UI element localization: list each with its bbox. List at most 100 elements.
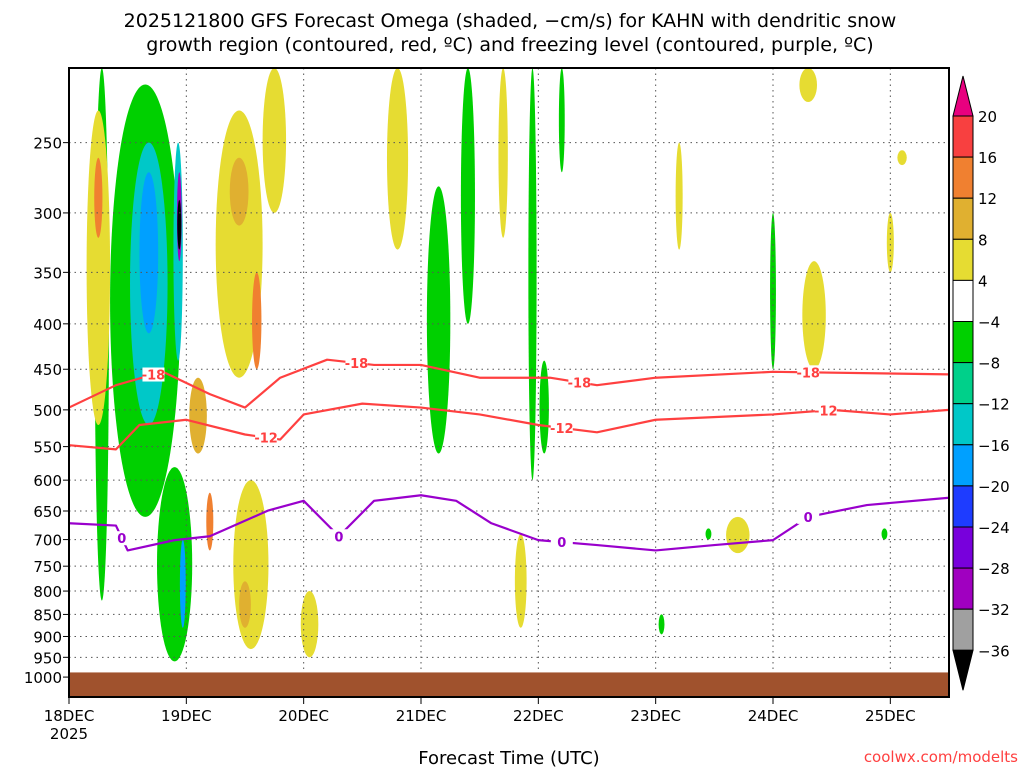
omega-region bbox=[139, 172, 159, 334]
colorbar-swatch bbox=[952, 115, 974, 158]
colorbar-label: −20 bbox=[978, 478, 1010, 496]
omega-region bbox=[528, 68, 537, 481]
x-tick-label: 25DEC bbox=[865, 707, 916, 725]
colorbar-swatch bbox=[952, 485, 974, 528]
y-tick-label: 900 bbox=[33, 628, 62, 646]
omega-region bbox=[233, 480, 269, 650]
colorbar-label: −12 bbox=[978, 396, 1010, 414]
omega-region bbox=[157, 467, 193, 662]
colorbar-label: 16 bbox=[978, 149, 997, 167]
y-tick-label: 650 bbox=[33, 503, 62, 521]
omega-region bbox=[94, 157, 103, 238]
colorbar-swatch bbox=[952, 608, 974, 651]
colorbar-swatch bbox=[952, 321, 974, 364]
y-tick-label: 450 bbox=[33, 361, 62, 379]
omega-region bbox=[799, 68, 817, 103]
contour-label: -18 bbox=[142, 369, 166, 384]
colorbar-swatch bbox=[952, 567, 974, 610]
colorbar-swatch bbox=[952, 526, 974, 569]
chart-title-line1: 2025121800 GFS Forecast Omega (shaded, −… bbox=[124, 10, 897, 32]
omega-region bbox=[705, 528, 712, 540]
y-tick-label: 300 bbox=[33, 205, 62, 223]
contour-label: -18 bbox=[345, 357, 369, 372]
x-tick-label: 20DEC bbox=[278, 707, 329, 725]
x-axis-label: Forecast Time (UTC) bbox=[418, 748, 599, 768]
omega-region bbox=[177, 199, 182, 250]
x-tick-sublabel: 2025 bbox=[50, 725, 88, 743]
colorbar-label: 12 bbox=[978, 190, 997, 208]
colorbar-label: −32 bbox=[978, 601, 1010, 619]
y-tick-label: 850 bbox=[33, 606, 62, 624]
contour-label: -12 bbox=[254, 432, 278, 447]
omega-region bbox=[897, 150, 907, 166]
omega-region bbox=[498, 68, 508, 238]
colorbar-label: 8 bbox=[978, 231, 988, 249]
omega-region bbox=[675, 142, 683, 250]
y-tick-label: 600 bbox=[33, 472, 62, 490]
omega-region bbox=[558, 68, 565, 173]
omega-region bbox=[881, 528, 888, 540]
omega-region bbox=[239, 581, 251, 628]
omega-region bbox=[252, 272, 262, 370]
colorbar-label: −28 bbox=[978, 560, 1010, 578]
omega-region bbox=[770, 212, 776, 370]
y-tick-label: 250 bbox=[33, 135, 62, 153]
y-tick-label: 1000 bbox=[24, 669, 62, 687]
omega-region bbox=[802, 261, 826, 370]
y-tick-label: 550 bbox=[33, 439, 62, 457]
colorbar: 20 16 12 8 4 −4 −8 −12 −16 −20 −24 −28 −32 −36 bbox=[952, 75, 1010, 691]
colorbar-over-triangle bbox=[952, 75, 974, 117]
omega-region bbox=[726, 516, 750, 554]
contour-label: 0 bbox=[557, 536, 566, 551]
colorbar-label: −4 bbox=[978, 314, 1000, 332]
y-tick-label: 700 bbox=[33, 532, 62, 550]
colorbar-label: 20 bbox=[978, 108, 997, 126]
omega-region bbox=[886, 212, 894, 273]
y-tick-label: 500 bbox=[33, 402, 62, 420]
colorbar-swatch bbox=[952, 279, 974, 322]
omega-region bbox=[229, 157, 249, 226]
omega-region bbox=[539, 360, 549, 454]
contour-label: -18 bbox=[568, 376, 592, 391]
omega-region bbox=[658, 614, 665, 635]
omega-region bbox=[386, 68, 409, 250]
contour-label: -12 bbox=[550, 422, 574, 437]
y-tick-label: 400 bbox=[33, 316, 62, 334]
colorbar-label: −16 bbox=[978, 437, 1010, 455]
x-tick-label: 19DEC bbox=[161, 707, 212, 725]
contour-label: 0 bbox=[117, 532, 126, 547]
omega-region bbox=[514, 534, 527, 628]
x-tick-label: 22DEC bbox=[513, 707, 564, 725]
x-tick-label: 21DEC bbox=[396, 707, 447, 725]
x-tick-label: 23DEC bbox=[630, 707, 681, 725]
colorbar-label: 4 bbox=[978, 272, 988, 290]
contour-label: 0 bbox=[334, 530, 343, 545]
y-tick-label: 950 bbox=[33, 649, 62, 667]
colorbar-label: −8 bbox=[978, 355, 1000, 373]
colorbar-swatch bbox=[952, 362, 974, 405]
colorbar-swatch bbox=[952, 403, 974, 446]
credit-link[interactable]: coolwx.com/modelts bbox=[864, 748, 1018, 766]
y-tick-label: 750 bbox=[33, 558, 62, 576]
omega-shading bbox=[86, 68, 907, 662]
colorbar-swatch bbox=[952, 238, 974, 281]
y-tick-label: 800 bbox=[33, 583, 62, 601]
colorbar-label: −36 bbox=[978, 642, 1010, 660]
chart-title-line2: growth region (contoured, red, ºC) and f… bbox=[146, 34, 873, 56]
x-tick-label: 18DEC bbox=[44, 707, 95, 725]
contour-label: -18 bbox=[796, 366, 820, 381]
surface-terrain bbox=[69, 672, 949, 697]
omega-region bbox=[206, 492, 214, 551]
colorbar-swatch bbox=[952, 444, 974, 487]
omega-region bbox=[86, 110, 111, 425]
colorbar-swatch bbox=[952, 156, 974, 199]
omega-region bbox=[262, 68, 287, 213]
x-tick-label: 24DEC bbox=[748, 707, 799, 725]
y-tick-label: 350 bbox=[33, 264, 62, 282]
contour-label: -12 bbox=[814, 404, 838, 419]
contour-label: 0 bbox=[804, 511, 813, 526]
colorbar-under-triangle bbox=[952, 649, 974, 691]
colorbar-swatch bbox=[952, 197, 974, 240]
omega-region bbox=[426, 186, 451, 454]
omega-time-height-chart: 2025121800 GFS Forecast Omega (shaded, −… bbox=[24, 10, 1018, 769]
